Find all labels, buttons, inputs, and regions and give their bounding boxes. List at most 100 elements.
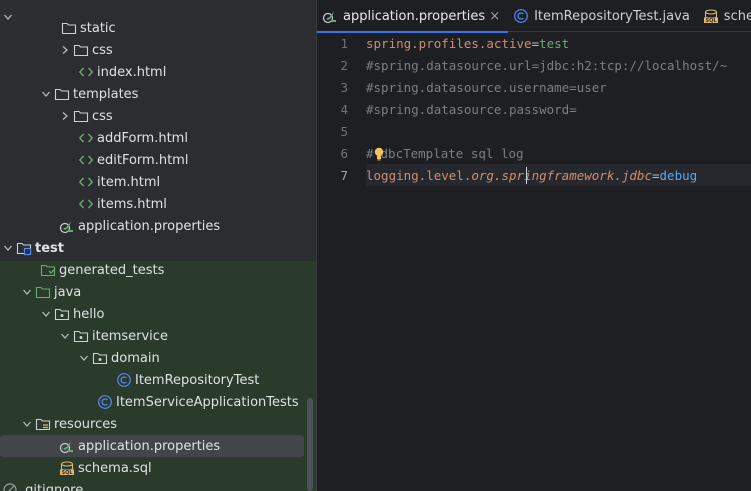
tab-label: application.properties [343,8,486,24]
tree-item-label: application.properties [78,438,221,454]
tree-item-items-html[interactable]: items.html [0,193,304,215]
html-icon [78,174,94,190]
line-number: 6 [340,146,348,161]
tree-item-label: css [92,42,113,58]
tree-item-label: hello [73,306,105,322]
tree-item-label: test [35,240,64,256]
code-line-2[interactable]: #spring.datasource.url=jdbc:h2:tcp://loc… [366,55,727,77]
tree-item-test[interactable]: test [0,237,304,259]
tree-item-label: resources [54,416,118,432]
tree-item-css[interactable]: css [0,39,304,61]
tree-item-editform-html[interactable]: editForm.html [0,149,304,171]
tab-itemrepositorytest-java[interactable]: ItemRepositoryTest.java [508,0,698,32]
module-folder-icon [16,240,32,256]
tree-item-label: generated_tests [59,262,165,278]
tree-item-itemservice[interactable]: itemservice [0,325,304,347]
tree-item-itemrepositorytest[interactable]: ItemRepositoryTest [0,369,304,391]
property-key-package: org.springframework.jdbc [471,168,652,183]
svg-text:SQL: SQL [61,470,73,476]
tree-item-schema-sql[interactable]: SQL schema.sql [0,457,304,479]
chevron-down-icon[interactable] [76,347,92,369]
line-number-current: 7 [340,168,348,183]
class-icon [116,372,132,388]
editor-tab-bar: application.properties × ItemRepositoryT… [317,0,751,33]
tree-item-templates-css[interactable]: css [0,105,304,127]
chevron-right-icon[interactable] [57,39,73,61]
tree-item-main-application-properties[interactable]: application.properties [0,215,304,237]
code-line-6[interactable]: # dbcTemplate sql log [366,143,524,165]
code-area[interactable]: spring.profiles.active=test #spring.data… [366,33,751,491]
package-icon [54,306,70,322]
tree-item-static[interactable]: static [0,17,304,39]
tree-item-templates[interactable]: templates [0,83,304,105]
test-source-folder-icon [35,284,51,300]
spring-properties-icon [322,8,338,24]
html-icon [78,196,94,212]
tree-item-label: css [92,108,113,124]
tree-item-label: itemservice [92,328,168,344]
tree-item-label: ItemRepositoryTest [135,372,260,388]
folder-icon [73,42,89,58]
tree-item-itemserviceapplicationtests[interactable]: ItemServiceApplicationTests [0,391,304,413]
tree-item-index-html[interactable]: index.html [0,61,304,83]
tree-item-java[interactable]: java [0,281,304,303]
chevron-down-icon[interactable] [19,413,35,435]
chevron-down-icon[interactable] [0,237,16,259]
code-line-7[interactable]: logging.level.org.springframework.jdbc=d… [366,165,697,187]
line-number: 4 [340,102,348,117]
sql-icon: SQL [703,8,719,24]
line-number: 5 [340,124,348,139]
gitignore-icon [2,482,18,491]
tree-item-gitignore[interactable]: .gitignore [0,479,304,491]
lightbulb-icon[interactable] [373,147,385,161]
tree-item-generated-tests[interactable]: generated_tests [0,259,304,281]
property-key: spring.profiles.active [366,36,532,51]
tree-scrollbar[interactable] [307,398,313,491]
tree-item-addform-html[interactable]: addForm.html [0,127,304,149]
tree-item-label: index.html [97,64,167,80]
chevron-down-icon[interactable] [19,281,35,303]
tree-item-test-application-properties[interactable]: application.properties [0,435,304,457]
chevron-right-icon[interactable] [57,105,73,127]
close-icon[interactable]: × [489,9,500,24]
comment-text: dbcTemplate sql log [380,146,524,161]
code-line-3[interactable]: #spring.datasource.username=user [366,77,607,99]
chevron-down-icon[interactable] [0,6,16,28]
tree-item-label: items.html [97,196,167,212]
tree-item-hello[interactable]: hello [0,303,304,325]
text-caret [526,167,527,184]
tree-item-item-html[interactable]: item.html [0,171,304,193]
resources-folder-icon [35,416,51,432]
tree-item-domain[interactable]: domain [0,347,304,369]
folder-icon [54,86,70,102]
class-icon [97,394,113,410]
line-number-gutter: 1 2 3 4 5 6 7 [317,33,365,491]
generated-folder-icon [40,262,56,278]
tree-item-label: application.properties [78,218,221,234]
folder-icon [61,20,77,36]
tree-item-resources[interactable]: resources [0,413,304,435]
property-value: debug [659,168,698,183]
equals-sign: = [651,168,660,183]
tab-label: schema.sql [723,8,751,24]
tree-item-label: addForm.html [97,130,188,146]
chevron-down-icon[interactable] [38,303,54,325]
tree-item-label: java [54,284,82,300]
spring-properties-icon [59,438,75,454]
code-line-1[interactable]: spring.profiles.active=test [366,33,569,55]
spring-properties-icon [59,218,75,234]
chevron-down-icon[interactable] [57,325,73,347]
property-key: logging.level. [366,168,472,183]
tree-item-label: .gitignore [21,482,84,491]
line-number: 2 [340,58,348,73]
class-icon [513,8,529,24]
line-number: 1 [340,36,348,51]
chevron-down-icon[interactable] [38,83,54,105]
tree-item-partial-chevron[interactable] [0,6,16,28]
tab-application-properties[interactable]: application.properties × [317,0,509,33]
package-icon [73,328,89,344]
code-line-4[interactable]: #spring.datasource.password= [366,99,577,121]
tree-item-label: static [80,20,116,36]
property-value: test [539,36,570,51]
tab-schema-sql[interactable]: SQL schema.sql [698,0,751,32]
